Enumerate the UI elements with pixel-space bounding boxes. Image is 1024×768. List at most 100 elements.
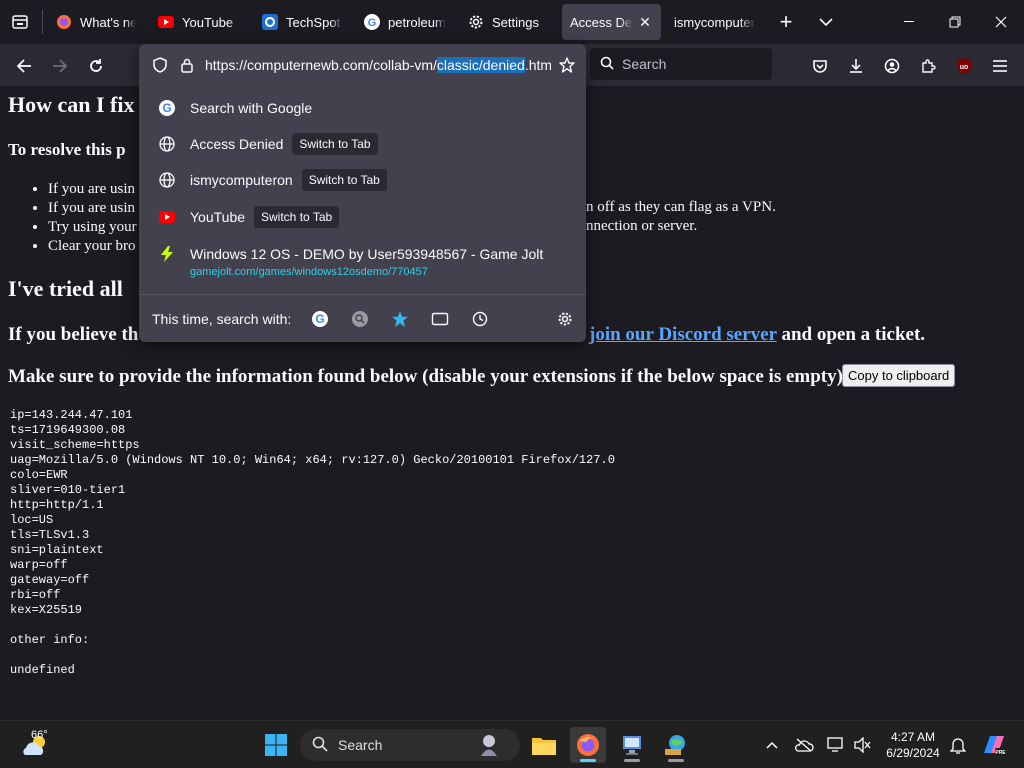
svg-text:G: G [316,312,325,326]
copilot-icon[interactable]: PRE [980,733,1008,757]
tab-whats-new[interactable]: What's new [48,4,144,40]
switch-to-tab-button[interactable]: Switch to Tab [292,133,378,155]
one-off-search-bar: This time, search with: G [139,294,586,342]
start-windows-icon[interactable] [258,727,294,763]
list-all-tabs-chevron-down-icon[interactable] [814,10,838,34]
suggestion-label: YouTube [190,209,246,225]
discord-line: join our Discord server and open a ticke… [589,324,925,346]
switch-to-tab-button[interactable]: Switch to Tab [301,169,387,191]
tab-title: petroleum [388,14,446,30]
diagnostic-info-block: ip=143.244.47.101 ts=1719649300.08 visit… [10,408,615,677]
search-icon [312,736,328,755]
youtube-icon [158,14,174,30]
reload-icon[interactable] [82,52,110,80]
vpn-advice-text: n off as they can flag as a VPN. [586,199,776,215]
copy-to-clipboard-button[interactable]: Copy to clipboard [842,364,956,387]
suggestion-label: Search with Google [190,100,313,116]
tab-settings[interactable]: Settings [460,4,558,40]
firefox-taskbar-icon[interactable] [570,727,606,763]
tried-all-heading: I've tried all [8,276,123,301]
restore-icon[interactable] [932,4,978,40]
connection-advice-text: nnection or server. [586,218,698,234]
tab-ismycomputeron[interactable]: ismycomputer [666,4,764,40]
extensions-puzzle-icon[interactable] [914,52,942,80]
magnifier-search-icon [600,56,614,73]
gear-icon [468,14,484,30]
windows-taskbar: 66° Search 4:27 AM 6/29/2024 PRE [0,720,1024,768]
switch-to-tab-button[interactable]: Switch to Tab [254,206,340,228]
close-window-icon[interactable] [978,4,1024,40]
url-selected-text: classic/denied [436,57,525,73]
tab-title: Access Denie [570,14,633,30]
svg-text:G: G [368,17,377,29]
svg-text:PRE: PRE [995,750,1006,756]
suggestion-youtube[interactable]: YouTube Switch to Tab [139,199,586,235]
tab-youtube[interactable]: YouTube [150,4,248,40]
gamejolt-icon [158,245,176,263]
notification-bell-icon[interactable] [946,733,970,757]
account-icon[interactable] [878,52,906,80]
display-icon[interactable] [824,733,848,757]
globe-icon [158,171,176,189]
search-settings-gear-icon[interactable] [550,304,580,334]
minimize-icon[interactable] [886,4,932,40]
tab-petroleum[interactable]: G petroleum [356,4,454,40]
tabs-icon[interactable] [425,304,455,334]
list-item: Try using your [48,218,137,237]
url-input[interactable]: https://computernewb.com/collab-vm/class… [205,57,551,73]
taskbar-search-label: Search [338,737,383,753]
hamburger-menu-icon[interactable] [986,52,1014,80]
list-item: If you are usin [48,180,137,199]
history-clock-icon[interactable] [465,304,495,334]
tab-title: What's new [80,14,136,30]
search-bar[interactable]: Search [590,48,772,80]
suggestion-label: Access Denied [190,136,284,152]
suggestion-url: gamejolt.com/games/windows12osdemo/77045… [190,266,428,278]
show-hidden-icons-chevron-up-icon[interactable] [760,733,784,757]
suggestion-access-denied[interactable]: Access Denied Switch to Tab [139,126,586,162]
downloads-icon[interactable] [842,52,870,80]
back-arrow-icon[interactable] [10,52,38,80]
suggestion-label: ismycomputeron [190,172,293,188]
techspot-icon [262,14,278,30]
close-icon[interactable]: ✕ [637,14,653,30]
ublock-origin-icon[interactable]: uo [950,52,978,80]
resolution-steps-list: If you are usin If you are usin Try usin… [32,180,137,256]
svg-text:G: G [162,101,171,115]
address-bar-dropdown: https://computernewb.com/collab-vm/class… [139,44,586,342]
tracking-protection-shield-icon[interactable] [150,55,170,75]
search-bar-placeholder: Search [622,56,667,72]
firefox-view-icon[interactable] [8,10,32,34]
volume-muted-icon[interactable] [850,733,874,757]
tab-techspot[interactable]: TechSpot | [254,4,350,40]
address-bar[interactable]: https://computernewb.com/collab-vm/class… [139,48,586,82]
new-tab-plus-icon[interactable]: + [774,9,798,34]
onedrive-icon[interactable] [792,733,816,757]
search-with-label: This time, search with: [152,310,292,327]
lock-icon[interactable] [177,55,197,75]
bookmark-star-icon[interactable] [557,55,577,75]
system-clock[interactable]: 4:27 AM 6/29/2024 [880,729,946,761]
tab-title: TechSpot | [286,14,342,30]
forward-arrow-icon[interactable] [46,52,74,80]
google-search-icon: G [158,99,176,117]
google-icon: G [364,14,380,30]
pocket-icon[interactable] [806,52,834,80]
make-sure-text: Make sure to provide the information fou… [8,366,850,387]
taskbar-search-box[interactable]: Search [300,729,520,761]
computer-app-icon[interactable] [614,727,650,763]
magnifier-engine-icon[interactable] [345,304,375,334]
suggestion-ismycomputeron[interactable]: ismycomputeron Switch to Tab [139,162,586,198]
clock-date: 6/29/2024 [886,746,940,760]
url-text-start: https://computernewb.com/collab-vm/ [205,57,437,73]
file-explorer-icon[interactable] [526,727,562,763]
list-item: If you are usin [48,199,137,218]
suggestion-search-with-google[interactable]: G Search with Google [139,90,586,126]
discord-link[interactable]: join our Discord server [589,324,777,345]
tab-access-denied[interactable]: Access Denie ✕ [562,4,661,40]
svg-text:uo: uo [960,64,969,71]
bookmarks-star-icon[interactable] [385,304,415,334]
google-engine-icon[interactable]: G [305,304,335,334]
network-globe-app-icon[interactable] [658,727,694,763]
tab-title: Settings [492,14,539,30]
